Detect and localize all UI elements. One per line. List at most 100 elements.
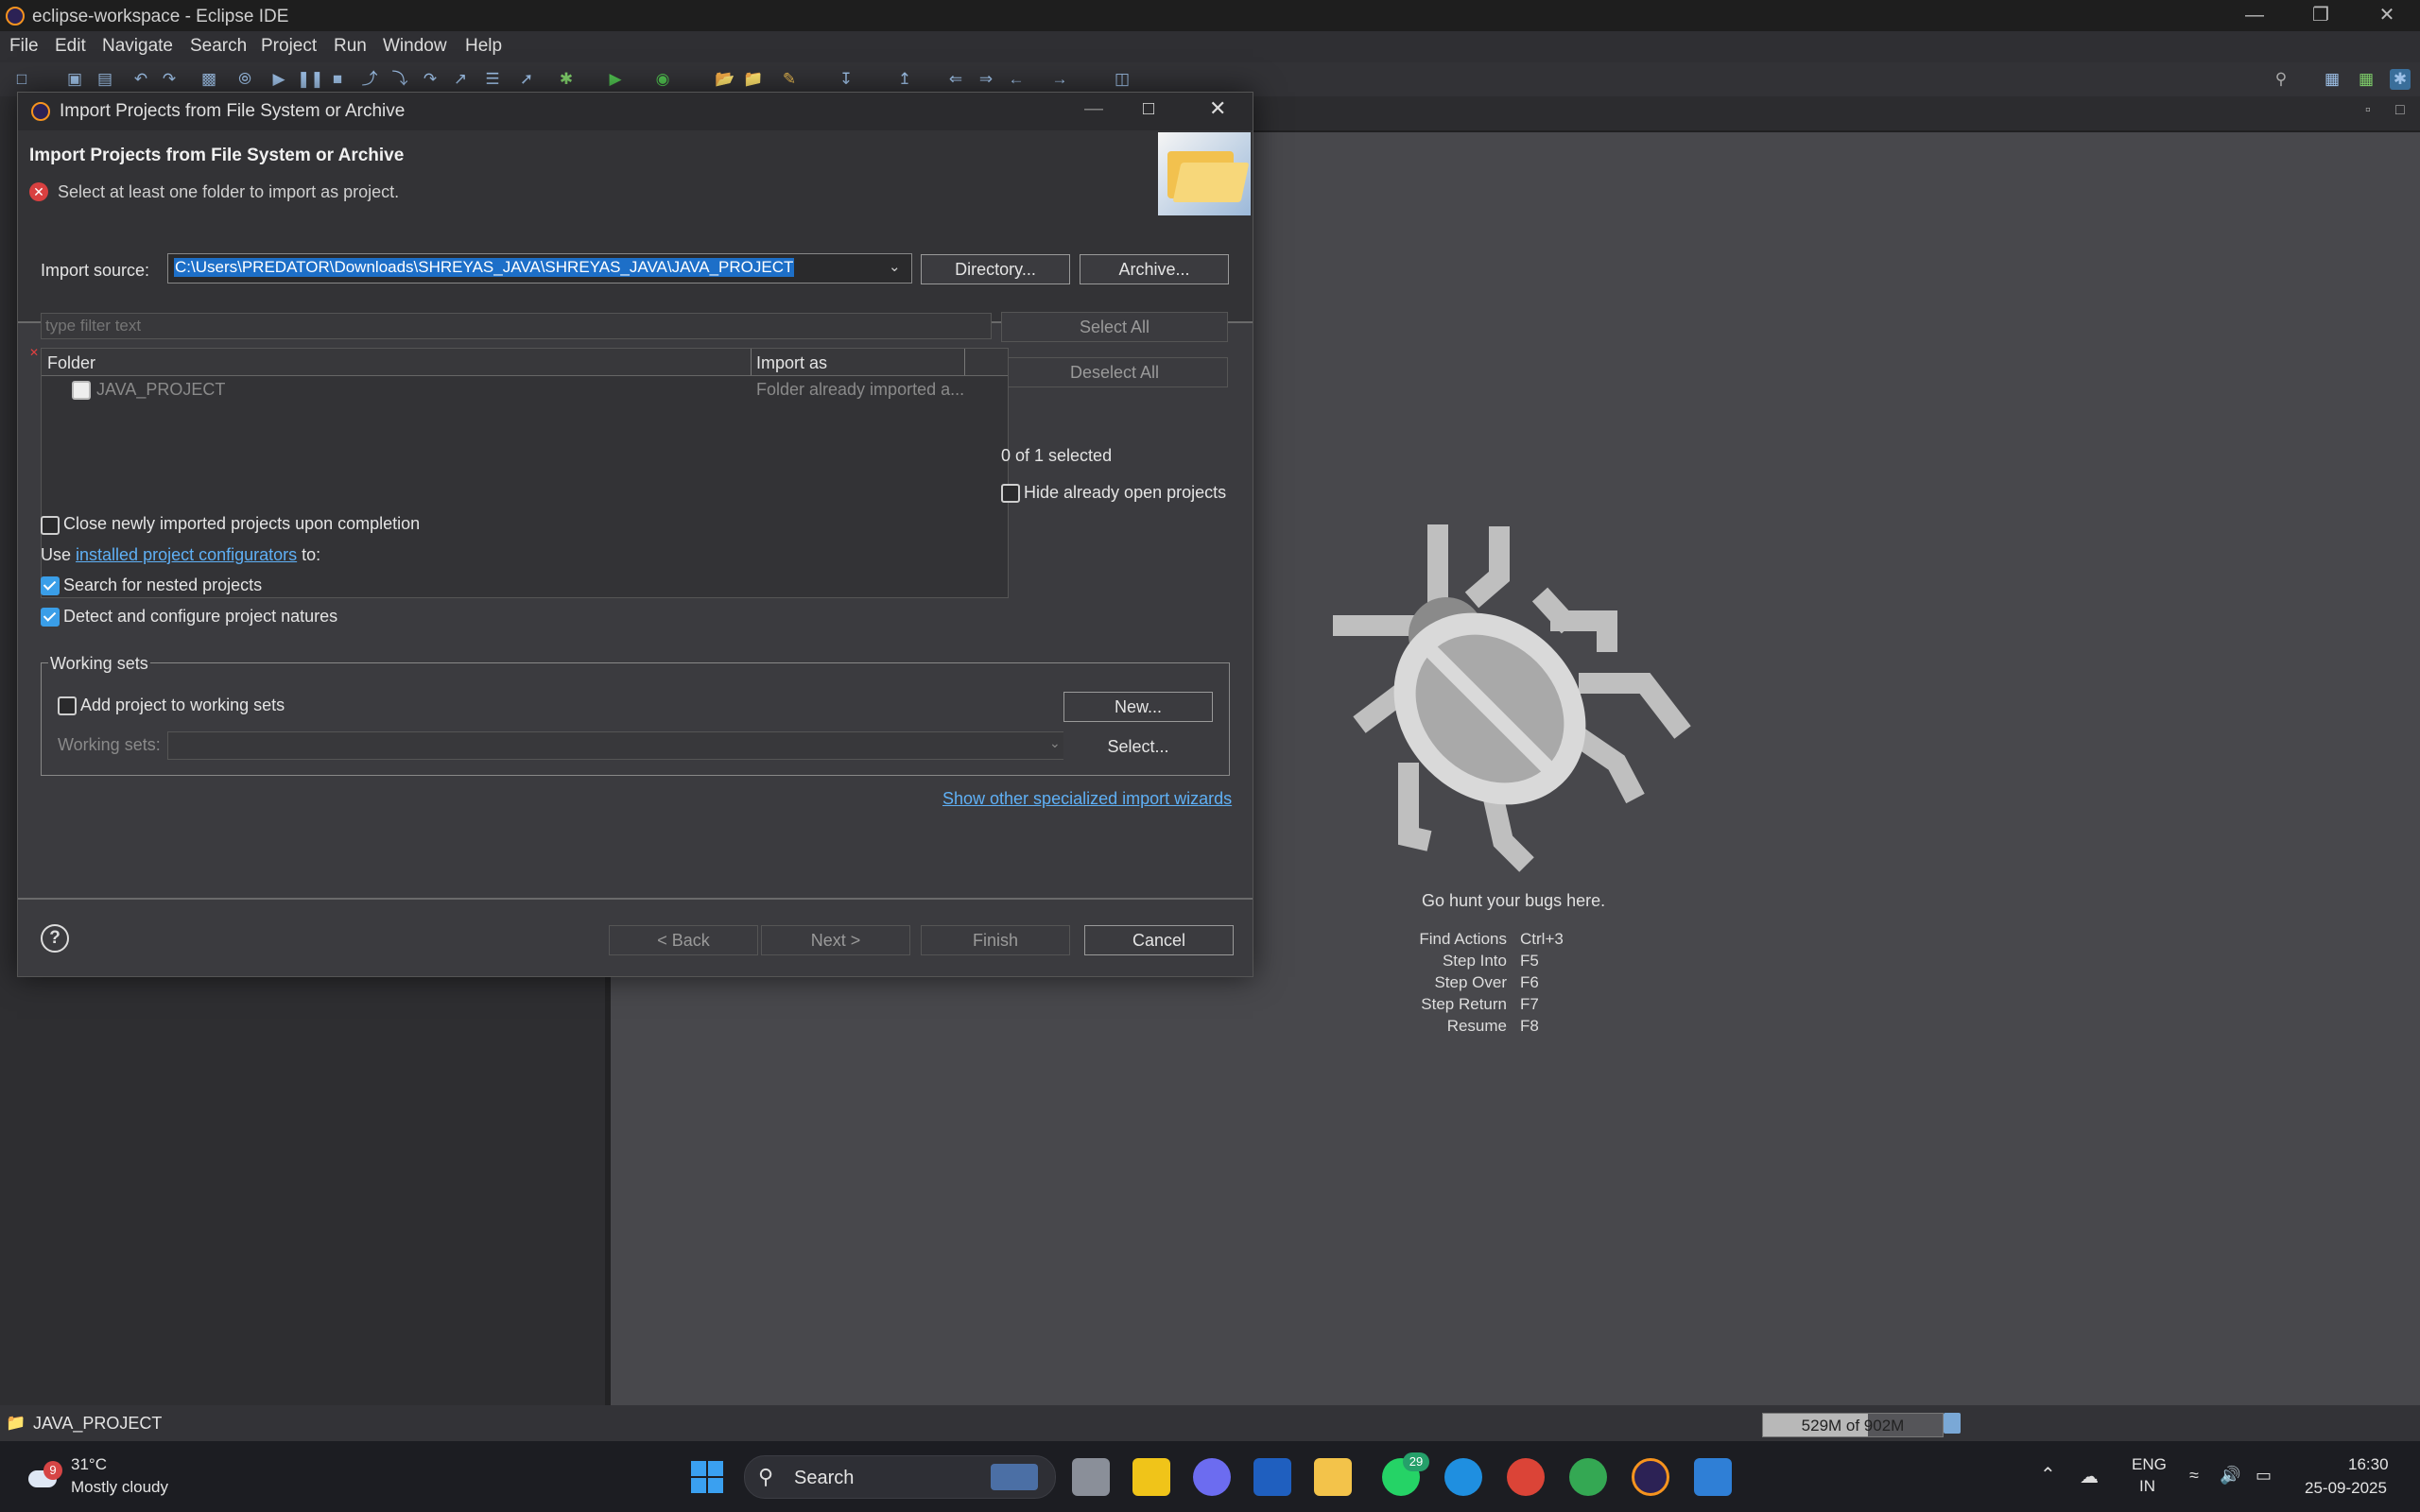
language-line-1[interactable]: ENG — [2132, 1455, 2167, 1474]
back-icon[interactable]: ← — [1006, 69, 1027, 90]
other-import-wizards-link[interactable]: Show other specialized import wizards — [942, 789, 1232, 809]
column-import-as[interactable]: Import as — [756, 353, 827, 373]
chrome-profile-icon[interactable] — [1569, 1458, 1607, 1496]
select-working-sets-button[interactable]: Select... — [1063, 731, 1213, 762]
debug-perspective-icon[interactable]: ✱ — [2390, 69, 2411, 90]
close-window-icon[interactable]: ✕ — [2354, 0, 2420, 31]
column-folder[interactable]: Folder — [47, 353, 95, 373]
directory-button[interactable]: Directory... — [921, 254, 1070, 284]
open-folder-icon[interactable]: 📁 — [743, 69, 764, 90]
pin-editor-icon[interactable]: ◫ — [1112, 69, 1132, 90]
last-edit-icon[interactable]: ⇐ — [945, 69, 966, 90]
eclipse-taskbar-icon[interactable] — [1632, 1458, 1669, 1496]
step-over-icon[interactable]: ↷ — [420, 69, 441, 90]
working-sets-combo[interactable]: ⌄ — [167, 731, 1071, 760]
redo-icon[interactable]: ↷ — [159, 69, 180, 90]
save-icon[interactable]: ▣ — [64, 69, 85, 90]
minimize-view-icon[interactable]: ▫ — [2365, 102, 2371, 119]
coverage-icon[interactable]: ◉ — [652, 69, 673, 90]
forward-icon[interactable]: → — [1049, 69, 1070, 90]
volume-icon[interactable]: 🔊 — [2220, 1466, 2240, 1486]
menu-help[interactable]: Help — [465, 36, 502, 57]
close-imported-label[interactable]: Close newly imported projects upon compl… — [63, 514, 420, 534]
menu-file[interactable]: File — [9, 36, 39, 57]
dialog-maximize-icon[interactable]: □ — [1143, 98, 1154, 120]
heap-status[interactable]: 529M of 902M — [1762, 1413, 1944, 1437]
search-tool-icon[interactable]: ✎ — [779, 69, 800, 90]
dialog-minimize-icon[interactable]: — — [1084, 98, 1103, 120]
terminate-icon[interactable]: ■ — [327, 69, 348, 90]
add-to-working-sets-label[interactable]: Add project to working sets — [80, 696, 285, 715]
taskbar-search-box[interactable]: ⚲ Search — [744, 1455, 1056, 1499]
back-button[interactable]: < Back — [609, 925, 758, 955]
undo-icon[interactable]: ↶ — [130, 69, 151, 90]
open-perspective-icon[interactable]: ▦ — [2322, 69, 2342, 90]
java-perspective-icon[interactable]: ▦ — [2356, 69, 2377, 90]
vscode-like-app-icon[interactable] — [1253, 1458, 1291, 1496]
configurators-link[interactable]: installed project configurators — [76, 545, 297, 564]
weather-icon[interactable]: 9 — [25, 1461, 62, 1491]
search-nested-label[interactable]: Search for nested projects — [63, 576, 262, 595]
add-to-working-sets-checkbox[interactable] — [58, 696, 77, 715]
previous-annotation-icon[interactable]: ↥ — [894, 69, 915, 90]
resume-icon[interactable]: ▶ — [268, 69, 289, 90]
use-step-filters-icon[interactable]: ☰ — [482, 69, 503, 90]
search-nested-checkbox[interactable] — [41, 576, 60, 595]
menu-run[interactable]: Run — [334, 36, 367, 57]
onedrive-icon[interactable]: ☁ — [2080, 1465, 2099, 1488]
archive-button[interactable]: Archive... — [1080, 254, 1229, 284]
detect-natures-label[interactable]: Detect and configure project natures — [63, 607, 337, 627]
new-working-set-button[interactable]: New... — [1063, 692, 1213, 722]
copilot-icon[interactable] — [1193, 1458, 1231, 1496]
save-all-icon[interactable]: ▤ — [95, 69, 115, 90]
menu-window[interactable]: Window — [383, 36, 447, 57]
menu-search[interactable]: Search — [190, 36, 247, 57]
last-edit-forward-icon[interactable]: ⇒ — [976, 69, 996, 90]
next-button[interactable]: Next > — [761, 925, 910, 955]
drop-to-frame-icon[interactable]: ➚ — [516, 69, 537, 90]
whatsapp-icon[interactable]: 29 — [1382, 1452, 1429, 1496]
tray-chevron-icon[interactable]: ⌃ — [2040, 1463, 2056, 1486]
language-line-2[interactable]: IN — [2139, 1477, 2155, 1496]
clock-time[interactable]: 16:30 — [2348, 1455, 2389, 1474]
filter-input[interactable] — [41, 313, 992, 339]
edge-icon[interactable] — [1444, 1458, 1482, 1496]
help-icon[interactable]: ? — [41, 924, 69, 953]
run-icon[interactable]: ▶ — [605, 69, 626, 90]
deselect-all-button[interactable]: Deselect All — [1001, 357, 1228, 387]
suspend-icon[interactable]: ❚❚ — [297, 69, 324, 90]
import-source-combo[interactable]: C:\Users\PREDATOR\Downloads\SHREYAS_JAVA… — [167, 253, 912, 284]
clock-date[interactable]: 25-09-2025 — [2305, 1479, 2387, 1498]
photos-icon[interactable] — [1694, 1458, 1732, 1496]
disconnect-icon[interactable]: ⤴ — [359, 69, 380, 90]
windows-start-icon[interactable] — [691, 1461, 723, 1493]
chrome-icon[interactable] — [1507, 1458, 1545, 1496]
detect-natures-checkbox[interactable] — [41, 608, 60, 627]
open-type-icon[interactable]: 📂 — [715, 69, 735, 90]
dialog-close-icon[interactable]: ✕ — [1209, 96, 1226, 121]
import-source-value[interactable]: C:\Users\PREDATOR\Downloads\SHREYAS_JAVA… — [174, 258, 795, 277]
search-icon[interactable]: ⚲ — [2271, 69, 2291, 90]
garbage-collect-icon[interactable] — [1944, 1413, 1961, 1434]
console-icon[interactable]: ▩ — [199, 69, 219, 90]
new-icon[interactable]: □ — [11, 69, 32, 90]
table-row[interactable]: JAVA_PROJECT Folder already imported a..… — [42, 377, 1008, 402]
hide-open-projects-checkbox[interactable] — [1001, 484, 1020, 503]
cancel-button[interactable]: Cancel — [1084, 925, 1234, 955]
row-checkbox[interactable] — [72, 381, 91, 400]
file-explorer-icon[interactable] — [1314, 1458, 1352, 1496]
restore-icon[interactable]: ❐ — [2288, 0, 2354, 31]
minimize-icon[interactable]: — — [2221, 0, 2288, 31]
debug-icon[interactable]: ✱ — [556, 69, 577, 90]
menu-project[interactable]: Project — [261, 36, 317, 57]
select-all-button[interactable]: Select All — [1001, 312, 1228, 342]
step-return-icon[interactable]: ↗ — [450, 69, 471, 90]
task-view-icon[interactable] — [1072, 1458, 1110, 1496]
next-annotation-icon[interactable]: ↧ — [836, 69, 856, 90]
close-imported-checkbox[interactable] — [41, 516, 60, 535]
maximize-view-icon[interactable]: □ — [2395, 102, 2405, 119]
wifi-icon[interactable]: ≈ — [2189, 1466, 2199, 1486]
menu-edit[interactable]: Edit — [55, 36, 86, 57]
step-into-icon[interactable]: ⤵ — [389, 69, 410, 90]
hide-open-projects-label[interactable]: Hide already open projects — [1024, 483, 1226, 503]
